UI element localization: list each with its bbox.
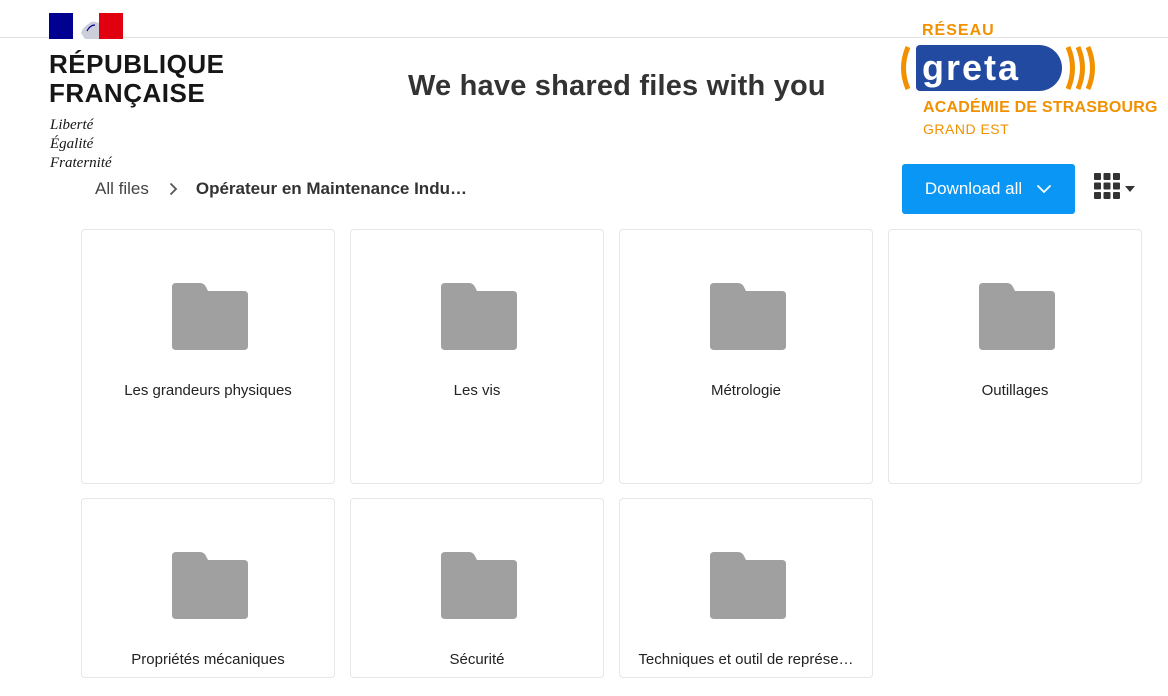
republique-motto: Liberté Égalité Fraternité [50,117,112,171]
chevron-right-icon [169,182,178,196]
folder-card[interactable]: Les grandeurs physiques [81,229,335,484]
folder-name: Les grandeurs physiques [124,382,292,399]
folder-icon [172,283,248,350]
page-title: We have shared files with you [408,70,826,102]
breadcrumb-current: Opérateur en Maintenance Indu… [195,179,467,198]
breadcrumb: All files Opérateur en Maintenance Indu… [95,178,467,200]
view-toggle-button[interactable] [1094,172,1138,204]
download-all-label: Download all [924,179,1023,198]
folder-icon [441,552,517,619]
republique-francaise-name: RÉPUBLIQUE FRANÇAISE [49,49,225,108]
breadcrumb-root-link[interactable]: All files [95,179,149,199]
folder-card[interactable]: Métrologie [619,229,873,484]
download-all-button[interactable]: Download all [902,164,1075,214]
folder-icon [172,552,248,619]
folder-name: Métrologie [710,382,782,399]
folder-card[interactable]: Les vis [350,229,604,484]
chevron-down-icon [1036,179,1052,199]
grid-view-icon [1094,172,1120,204]
folder-name: Sécurité [449,651,505,668]
folder-icon [979,283,1055,350]
folder-name: Propriétés mécaniques [131,651,285,668]
greta-wordmark: greta [922,47,1021,88]
greta-region-label: GRAND EST [923,121,1010,137]
folder-icon [441,283,517,350]
caret-down-icon [1125,179,1135,197]
folder-name: Outillages [981,382,1049,399]
folder-name: Les vis [453,382,501,399]
folder-card[interactable]: Outillages [888,229,1142,484]
folder-card[interactable]: Techniques et outil de représe… [619,498,873,678]
folder-icon [710,283,786,350]
folder-card[interactable]: Propriétés mécaniques [81,498,335,678]
folder-icon [710,552,786,619]
french-flag-icon [49,13,123,39]
greta-academy-label: ACADÉMIE DE STRASBOURG [923,99,1158,116]
greta-logo: RÉSEAU greta ACADÉMIE DE STRASBOURG GRAN… [898,20,1158,140]
folder-name: Techniques et outil de représe… [638,651,854,668]
folder-card[interactable]: Sécurité [350,498,604,678]
republique-francaise-logo: RÉPUBLIQUE FRANÇAISE Liberté Égalité Fra… [49,13,239,173]
greta-network-label: RÉSEAU [922,22,995,39]
